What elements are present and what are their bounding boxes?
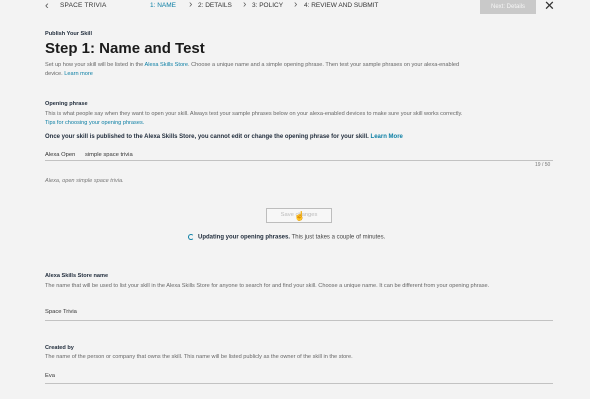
opening-phrase-description: This is what people say when they want t…: [45, 111, 463, 126]
store-name-input[interactable]: Space Trivia: [45, 309, 77, 315]
store-name-underline: [45, 320, 553, 321]
step-2-details-tab[interactable]: 2: DETAILS: [198, 2, 232, 9]
step-1-name-tab[interactable]: 1: NAME: [150, 2, 176, 9]
next-details-button[interactable]: Next: Details: [480, 0, 536, 14]
page-title: Step 1: Name and Test: [45, 40, 205, 57]
alexa-open-prefix: Alexa Open: [45, 152, 76, 158]
character-counter: 19 / 50: [535, 162, 551, 168]
created-by-input[interactable]: Eva: [45, 373, 55, 379]
learn-more-opening-link[interactable]: Learn More: [371, 134, 403, 140]
alexa-skills-store-link[interactable]: Alexa Skills Store: [145, 62, 189, 68]
opening-phrase-label: Opening phrase: [45, 101, 88, 107]
opening-phrase-note: Once your skill is published to the Alex…: [45, 134, 403, 140]
step-4-review-tab[interactable]: 4: REVIEW AND SUBMIT: [304, 2, 378, 9]
store-name-label: Alexa Skills Store name: [45, 273, 109, 279]
chevron-right-icon: ›: [294, 0, 298, 10]
tips-link[interactable]: Tips for choosing your opening phrases.: [45, 120, 144, 126]
close-icon[interactable]: ✕: [544, 0, 555, 14]
created-by-underline: [45, 383, 553, 384]
learn-more-link[interactable]: Learn more: [64, 71, 93, 77]
created-by-label: Created by: [45, 345, 74, 351]
section-label: Publish Your Skill: [45, 31, 93, 37]
chevron-right-icon: ›: [189, 0, 193, 10]
opening-phrase-underline: [45, 160, 553, 161]
chevron-right-icon: ›: [243, 0, 247, 10]
update-status: Updating your opening phrases. This just…: [188, 234, 385, 241]
skill-name-breadcrumb: SPACE TRIVIA: [60, 2, 107, 9]
store-name-description: The name that will be used to list your …: [45, 283, 490, 289]
hand-cursor-icon: ☝: [294, 211, 306, 221]
back-chevron-icon[interactable]: ‹: [45, 0, 49, 12]
created-by-description: The name of the person or company that o…: [45, 354, 353, 360]
loading-spinner-icon: [188, 234, 194, 240]
sample-phrase-hint: Alexa, open simple space trivia.: [45, 178, 124, 184]
opening-phrase-input[interactable]: simple space trivia: [85, 152, 133, 158]
intro-description: Set up how your skill will be listed in …: [45, 62, 460, 77]
top-navigation-bar: ‹ SPACE TRIVIA 1: NAME › 2: DETAILS › 3:…: [0, 0, 590, 14]
step-3-policy-tab[interactable]: 3: POLICY: [252, 2, 283, 9]
